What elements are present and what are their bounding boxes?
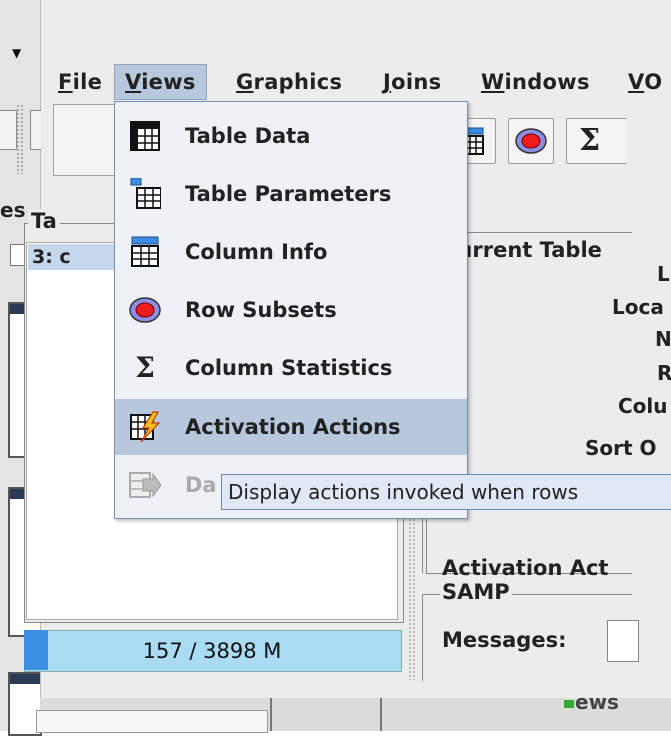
menu-item-table-data[interactable]: Table Data xyxy=(115,108,467,164)
samp-messages-label: Messages: xyxy=(442,628,567,652)
memory-bar-text: 157 / 3898 M xyxy=(142,639,282,663)
activation-actions-label: Activation Act xyxy=(442,556,609,580)
menu-item-table-parameters[interactable]: Table Parameters xyxy=(115,166,467,222)
menu-views[interactable]: Views xyxy=(114,64,207,100)
tooltip: Display actions invoked when rows xyxy=(221,474,671,510)
menu-item-activation-actions[interactable]: Activation Actions xyxy=(115,399,467,455)
dropdown-arrow-icon[interactable]: ▼ xyxy=(12,46,21,60)
sigma-icon: Σ xyxy=(579,123,601,158)
menu-item-row-subsets[interactable]: Row Subsets xyxy=(115,282,467,338)
property-label: N xyxy=(655,327,671,351)
menu-item-column-statistics[interactable]: Σ Column Statistics xyxy=(115,340,467,396)
menu-joins[interactable]: Joins xyxy=(383,68,441,96)
table-list-title: Ta xyxy=(28,209,60,233)
row-subsets-button[interactable] xyxy=(508,118,554,164)
views-dropdown-menu: Table Data Table Parameters Column Info … xyxy=(114,101,468,519)
activation-actions-icon xyxy=(130,411,161,443)
property-label: Sort O xyxy=(585,436,657,460)
menu-graphics[interactable]: Graphics xyxy=(236,68,342,96)
property-label: Colu xyxy=(618,394,668,418)
menu-item-column-info[interactable]: Column Info xyxy=(115,224,467,280)
samp-title: SAMP xyxy=(440,580,512,604)
background-divider xyxy=(270,698,272,731)
table-parameters-icon xyxy=(130,178,161,209)
background-icon xyxy=(564,700,574,708)
column-info-icon xyxy=(131,236,159,267)
property-label: L xyxy=(657,262,670,286)
toolbar-grip[interactable] xyxy=(16,104,24,174)
background-label: ews xyxy=(575,690,619,714)
property-label: R xyxy=(657,361,671,385)
samp-messages-field[interactable] xyxy=(607,620,639,662)
table-arrow-icon xyxy=(129,472,161,498)
background-window-thumbnail xyxy=(36,710,268,733)
column-statistics-button[interactable]: Σ xyxy=(566,118,627,164)
background-divider xyxy=(380,698,382,731)
toolbar-button[interactable] xyxy=(53,104,115,176)
property-label: Loca xyxy=(612,295,664,319)
menu-windows[interactable]: Windows xyxy=(481,68,590,96)
sigma-icon: Σ xyxy=(135,351,155,384)
menu-vo[interactable]: VO xyxy=(628,68,662,96)
row-subsets-icon xyxy=(515,128,547,154)
background-window-field xyxy=(30,110,41,150)
table-data-icon xyxy=(130,121,160,151)
background-window-label: es xyxy=(0,198,26,222)
menu-file[interactable]: File xyxy=(58,68,102,96)
row-subsets-icon xyxy=(129,297,161,323)
background-window-field xyxy=(0,110,17,150)
